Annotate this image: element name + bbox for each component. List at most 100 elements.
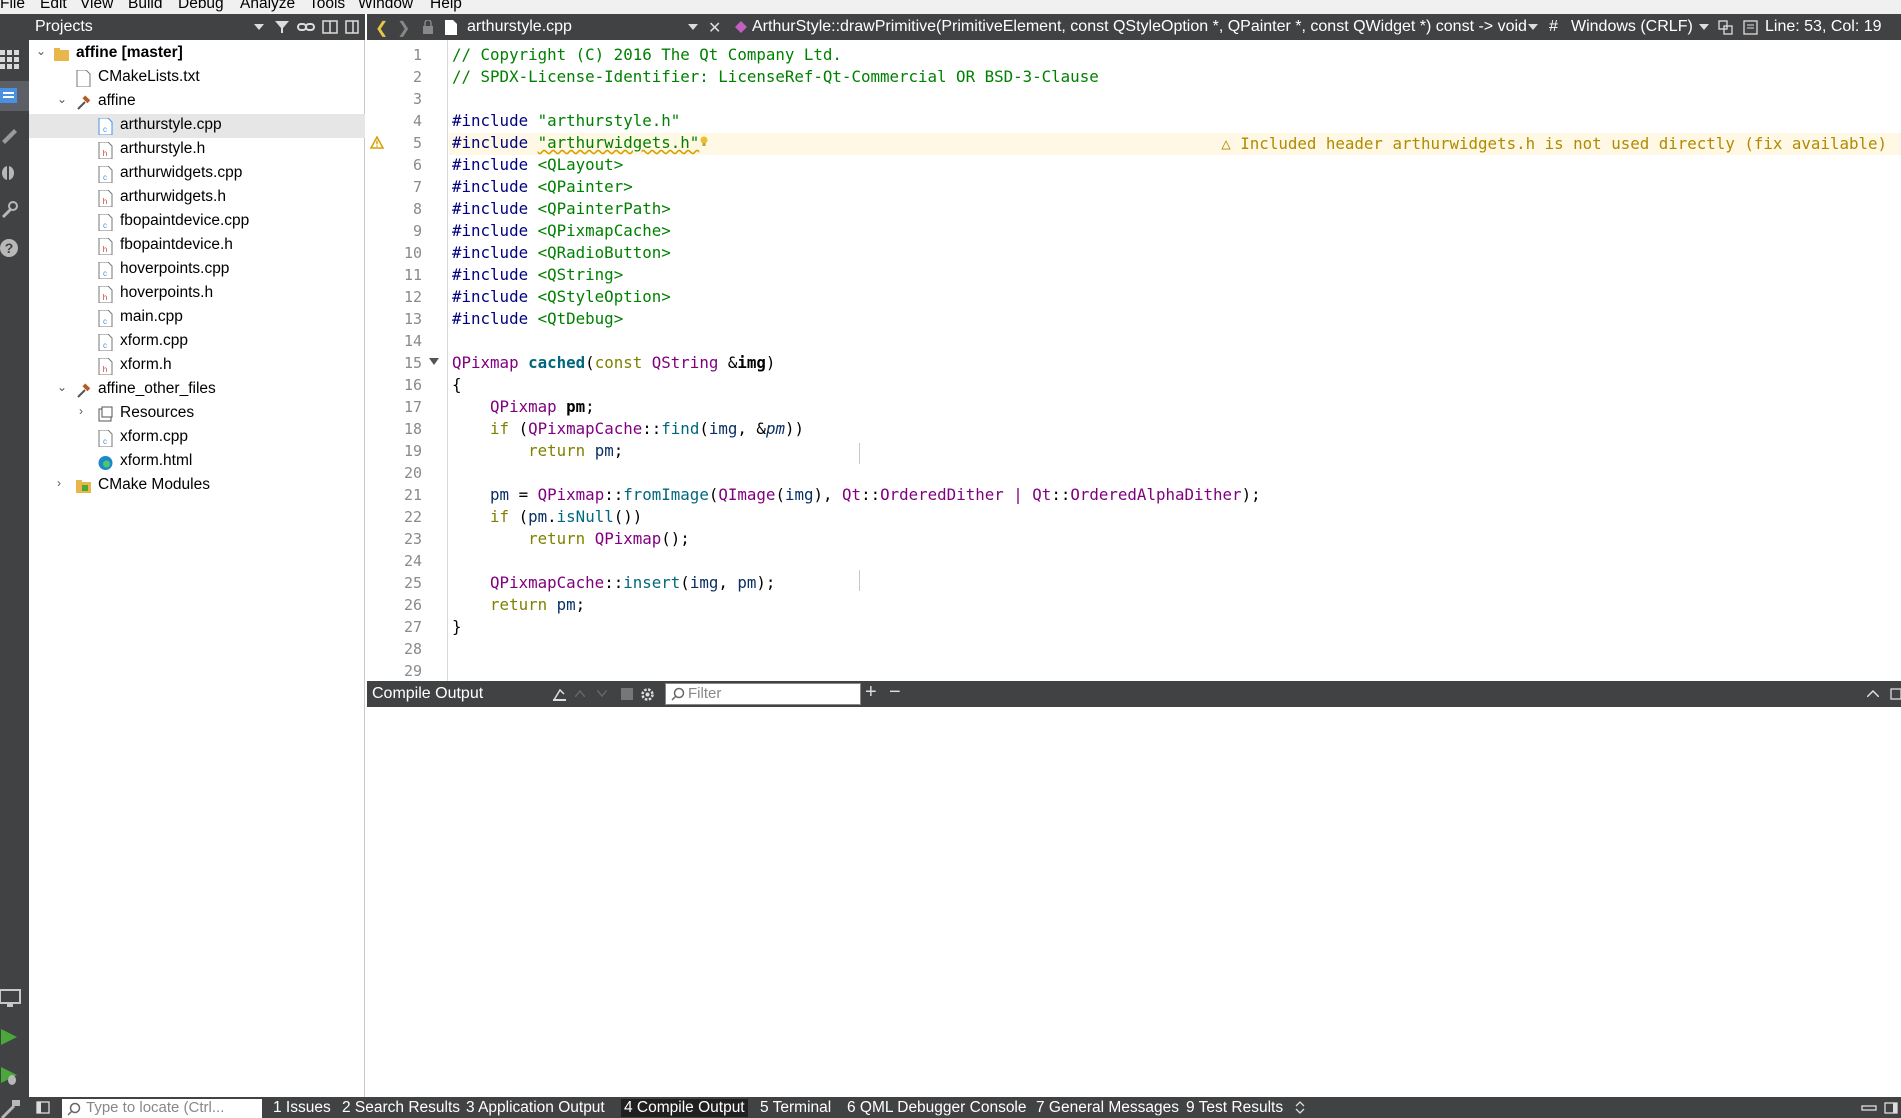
code-line[interactable]: QPixmap pm; xyxy=(452,397,595,416)
code-line[interactable]: if (pm.isNull()) xyxy=(452,507,642,526)
document-list-icon[interactable] xyxy=(1743,20,1758,35)
code-line[interactable]: #include <QtDebug> xyxy=(452,309,623,328)
tab-search-results[interactable]: 2 Search Results xyxy=(342,1099,460,1117)
kit-selector-icon[interactable] xyxy=(0,983,29,1013)
menu-analyze[interactable]: Analyze xyxy=(240,0,295,13)
menu-tools[interactable]: Tools xyxy=(309,0,345,13)
debug-run-icon[interactable] xyxy=(0,1060,29,1090)
tree-item-file[interactable]: h hoverpoints.h xyxy=(29,282,365,306)
code-editor[interactable]: 1 2 3 4 5 6 7 8 9 10 11 12 13 14 15 16 1… xyxy=(367,40,1901,681)
tree-item-file[interactable]: c xform.cpp xyxy=(29,330,365,354)
code-line[interactable]: return pm; xyxy=(452,441,623,460)
toggle-sidebar-icon[interactable] xyxy=(36,1101,50,1114)
tab-compile-output[interactable]: 4 Compile Output xyxy=(621,1099,748,1117)
line-number-gutter[interactable]: 1 2 3 4 5 6 7 8 9 10 11 12 13 14 15 16 1… xyxy=(367,40,448,681)
tree-item-file[interactable]: h fbopaintdevice.h xyxy=(29,234,365,258)
more-tabs-icon[interactable] xyxy=(1295,1101,1305,1114)
split-editor-icon[interactable] xyxy=(1718,20,1733,35)
maximize-pane-icon[interactable] xyxy=(1867,690,1879,697)
warning-icon[interactable] xyxy=(370,136,384,149)
code-line[interactable]: { xyxy=(452,375,462,394)
symbol-selector[interactable]: ArthurStyle::drawPrimitive(PrimitiveElem… xyxy=(752,18,1527,36)
locator-input[interactable]: Type to locate (Ctrl... xyxy=(62,1099,262,1118)
tree-item-file[interactable]: xform.html xyxy=(29,450,365,474)
close-pane-icon[interactable] xyxy=(1890,688,1901,700)
link-icon[interactable] xyxy=(297,19,315,35)
gear-icon[interactable] xyxy=(640,687,655,702)
tree-item-file[interactable]: c fbopaintdevice.cpp xyxy=(29,210,365,234)
line-ending-selector[interactable]: Windows (CRLF) xyxy=(1571,18,1693,36)
tree-item-subproject[interactable]: ⌄ affine_other_files xyxy=(29,378,365,402)
code-line[interactable]: #include "arthurstyle.h" xyxy=(452,111,680,130)
menu-edit[interactable]: Edit xyxy=(40,0,67,13)
code-line[interactable]: #include "arthurwidgets.h" xyxy=(452,133,709,152)
chevron-down-icon[interactable]: ⌄ xyxy=(57,92,67,106)
help-mode-icon[interactable]: ? xyxy=(0,233,29,263)
code-line[interactable]: #include <QPainterPath> xyxy=(452,199,671,218)
stop-icon[interactable] xyxy=(621,688,633,700)
fold-arrow-icon[interactable] xyxy=(429,358,439,366)
welcome-mode-icon[interactable] xyxy=(0,44,29,74)
chevron-down-icon[interactable]: ⌄ xyxy=(36,44,46,58)
tree-item-file[interactable]: h arthurstyle.h xyxy=(29,138,365,162)
code-line[interactable]: // Copyright (C) 2016 The Qt Company Ltd… xyxy=(452,45,842,64)
toggle-output-icon[interactable] xyxy=(1884,1102,1898,1114)
run-icon[interactable] xyxy=(0,1022,29,1052)
filter-icon[interactable] xyxy=(274,19,290,35)
tab-terminal[interactable]: 5 Terminal xyxy=(760,1099,831,1117)
code-line[interactable]: #include <QPixmapCache> xyxy=(452,221,671,240)
close-pane-icon[interactable] xyxy=(344,19,360,35)
code-line[interactable]: } xyxy=(452,617,462,636)
menu-file[interactable]: File xyxy=(0,0,25,13)
chevron-up-icon[interactable] xyxy=(575,690,585,697)
tree-item-file[interactable]: h arthurwidgets.h xyxy=(29,186,365,210)
chevron-down-icon[interactable] xyxy=(688,24,698,30)
tree-item-file[interactable]: c hoverpoints.cpp xyxy=(29,258,365,282)
menu-help[interactable]: Help xyxy=(430,0,462,13)
tree-item-file[interactable]: h xform.h xyxy=(29,354,365,378)
remove-icon[interactable]: − xyxy=(889,681,901,704)
chevron-down-icon[interactable]: ⌄ xyxy=(57,380,67,394)
code-line[interactable]: QPixmapCache::insert(img, pm); xyxy=(452,573,775,592)
tree-item-folder[interactable]: › Resources xyxy=(29,402,365,426)
menu-debug[interactable]: Debug xyxy=(178,0,224,13)
code-line[interactable]: return pm; xyxy=(452,595,585,614)
menu-view[interactable]: View xyxy=(80,0,113,13)
code-line[interactable]: #include <QString> xyxy=(452,265,623,284)
chevron-down-icon[interactable] xyxy=(597,690,607,697)
code-line[interactable]: pm = QPixmap::fromImage(QImage(img), Qt:… xyxy=(452,485,1261,504)
code-line[interactable]: if (QPixmapCache::find(img, &pm)) xyxy=(452,419,804,438)
tab-qml-debugger-console[interactable]: 6 QML Debugger Console xyxy=(847,1099,1027,1117)
code-line[interactable]: return QPixmap(); xyxy=(452,529,690,548)
code-line[interactable]: #include <QLayout> xyxy=(452,155,623,174)
code-line[interactable]: QPixmap cached(const QString &img) xyxy=(452,353,775,372)
build-icon[interactable] xyxy=(0,1094,29,1118)
chevron-down-icon[interactable] xyxy=(254,24,264,30)
add-icon[interactable]: + xyxy=(865,681,877,704)
code-line[interactable]: #include <QPainter> xyxy=(452,177,633,196)
hash-icon[interactable]: # xyxy=(1549,18,1558,36)
tree-item-file[interactable]: c arthurstyle.cpp xyxy=(29,114,365,138)
warning-annotation[interactable]: △ Included header arthurwidgets.h is not… xyxy=(1221,134,1887,153)
debug-mode-icon[interactable] xyxy=(0,157,29,187)
compile-output-area[interactable] xyxy=(367,707,1901,1097)
tab-application-output[interactable]: 3 Application Output xyxy=(466,1099,605,1117)
cursor-position[interactable]: Line: 53, Col: 19 xyxy=(1765,18,1882,36)
menu-window[interactable]: Window xyxy=(358,0,413,13)
tree-item-file[interactable]: c xform.cpp xyxy=(29,426,365,450)
code-line[interactable]: #include <QStyleOption> xyxy=(452,287,671,306)
chevron-right-icon[interactable]: › xyxy=(57,476,61,490)
back-arrow-icon[interactable]: ❮ xyxy=(375,18,388,38)
edit-mode-icon[interactable] xyxy=(0,81,29,111)
chevron-down-icon[interactable] xyxy=(1528,24,1538,30)
lock-icon[interactable] xyxy=(422,20,434,34)
design-mode-icon[interactable] xyxy=(0,119,29,149)
menu-build[interactable]: Build xyxy=(128,0,162,13)
forward-arrow-icon[interactable]: ❯ xyxy=(397,18,410,38)
projects-mode-icon[interactable] xyxy=(0,195,29,225)
tree-item-subproject[interactable]: ⌄ affine xyxy=(29,90,365,114)
tab-general-messages[interactable]: 7 General Messages xyxy=(1036,1099,1179,1117)
tree-item-folder[interactable]: › CMake Modules xyxy=(29,474,365,498)
split-icon[interactable] xyxy=(322,19,338,35)
tab-test-results[interactable]: 9 Test Results xyxy=(1186,1099,1283,1117)
